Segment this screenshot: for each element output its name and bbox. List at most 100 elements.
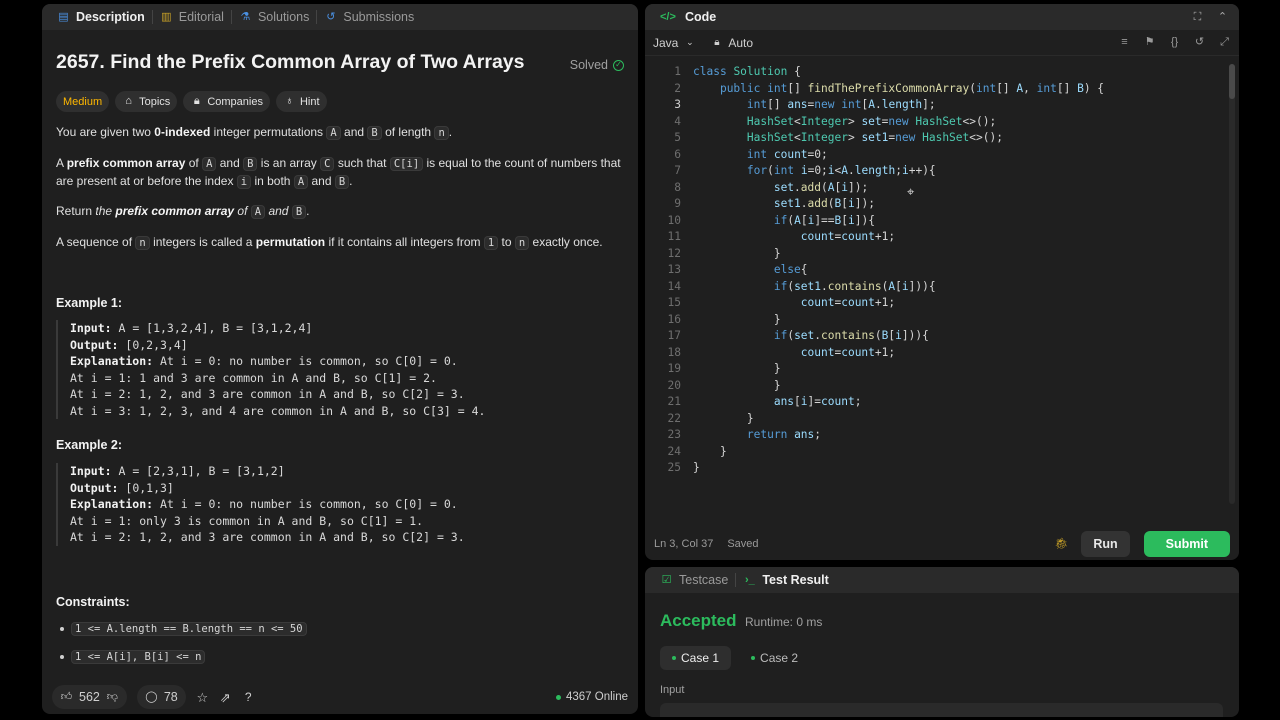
- code-text[interactable]: }: [693, 444, 727, 461]
- code-text[interactable]: }: [693, 246, 781, 263]
- code-line[interactable]: 17 if(set.contains(B[i])){: [645, 328, 929, 345]
- code-text[interactable]: if(set1.contains(A[i])){: [693, 279, 936, 296]
- line-number: 1: [674, 65, 681, 78]
- code-line[interactable]: 16 }: [645, 312, 781, 329]
- code-line[interactable]: 3 int[] ans=new int[A.length];: [645, 97, 935, 114]
- code-line[interactable]: 7 for(int i=0;i<A.length;i++){: [645, 163, 935, 180]
- description-paragraph: A prefix common array of A and B is an a…: [56, 156, 621, 189]
- code-line[interactable]: 20 }: [645, 378, 781, 395]
- debug-icon[interactable]: 🐞︎: [1054, 538, 1068, 551]
- code-text[interactable]: int count=0;: [693, 147, 828, 164]
- line-number: 9: [674, 197, 681, 210]
- code-text[interactable]: HashSet<Integer> set=new HashSet<>();: [693, 114, 996, 131]
- code-text[interactable]: }: [693, 460, 700, 477]
- code-text[interactable]: return ans;: [693, 427, 821, 444]
- code-line[interactable]: 18 count=count+1;: [645, 345, 896, 362]
- companies-button[interactable]: 🔒︎ Companies: [183, 91, 270, 112]
- comment-icon: ◯: [145, 690, 158, 703]
- language-select[interactable]: Java ⌄: [653, 36, 696, 50]
- online-count: 4367 Online: [555, 691, 628, 703]
- description-paragraph: You are given two 0-indexed integer perm…: [56, 125, 453, 140]
- tab-code[interactable]: </> Code: [653, 4, 723, 30]
- tab-testcase[interactable]: ☑ Testcase: [653, 567, 735, 593]
- tab-submissions[interactable]: ↺ Submissions: [317, 4, 421, 30]
- code-editor[interactable]: 1 class Solution {2 public int[] findTheP…: [645, 64, 1227, 504]
- code-text[interactable]: set1.add(B[i]);: [693, 196, 875, 213]
- maximize-icon[interactable]: ⛶: [1191, 11, 1204, 24]
- code-line[interactable]: 11 count=count+1;: [645, 229, 896, 246]
- code-text[interactable]: }: [693, 411, 754, 428]
- description-paragraph: A sequence of n integers is called a per…: [56, 235, 603, 250]
- expand-icon[interactable]: ⤢: [1218, 36, 1231, 49]
- comments-button[interactable]: ◯ 78: [136, 685, 186, 709]
- bookmark-icon[interactable]: ⚑: [1143, 36, 1156, 49]
- code-line[interactable]: 2 public int[] findThePrefixCommonArray(…: [645, 81, 1104, 98]
- code-line[interactable]: 21 ans[i]=count;: [645, 394, 862, 411]
- code-text[interactable]: public int[] findThePrefixCommonArray(in…: [693, 81, 1104, 98]
- tab-solutions[interactable]: ⚗ Solutions: [232, 4, 316, 30]
- editor-scrollbar[interactable]: [1229, 64, 1235, 504]
- code-text[interactable]: count=count+1;: [693, 229, 895, 246]
- code-line[interactable]: 22 }: [645, 411, 754, 428]
- code-text[interactable]: }: [693, 312, 781, 329]
- line-number: 14: [667, 279, 681, 293]
- code-line[interactable]: 15 count=count+1;: [645, 295, 896, 312]
- submit-button[interactable]: Submit: [1143, 531, 1230, 557]
- code-text[interactable]: count=count+1;: [693, 295, 895, 312]
- code-line[interactable]: 1 class Solution {: [645, 64, 801, 81]
- code-line[interactable]: 13 else{: [645, 262, 808, 279]
- thumbs-up-icon[interactable]: 👍︎: [60, 691, 73, 704]
- collapse-icon[interactable]: ⌃: [1216, 11, 1229, 24]
- share-icon[interactable]: ⇗: [219, 691, 232, 704]
- constraint-item: 1 <= A.length == B.length == n <= 50: [60, 622, 307, 636]
- code-text[interactable]: class Solution {: [693, 64, 801, 81]
- code-line[interactable]: 19 }: [645, 361, 781, 378]
- format-icon[interactable]: ≡: [1118, 36, 1131, 49]
- line-number: 21: [667, 395, 681, 408]
- code-text[interactable]: if(A[i]==B[i]){: [693, 213, 875, 230]
- code-line[interactable]: 10 if(A[i]==B[i]){: [645, 213, 875, 230]
- input-label: Input: [660, 684, 685, 696]
- case-tab-2[interactable]: Case 2: [739, 646, 810, 670]
- description-panel: ▤ Description ▥ Editorial ⚗ Solutions ↺ …: [42, 4, 638, 714]
- code-line[interactable]: 8 set.add(A[i]);: [645, 180, 868, 197]
- code-line[interactable]: 9 set1.add(B[i]);: [645, 196, 875, 213]
- case-tab-1[interactable]: Case 1: [660, 646, 732, 670]
- code-line[interactable]: 23 return ans;: [645, 427, 822, 444]
- lock-icon: 🔒︎: [193, 95, 200, 107]
- tab-description[interactable]: ▤ Description: [50, 4, 152, 30]
- code-line[interactable]: 24 }: [645, 444, 727, 461]
- code-text[interactable]: }: [693, 378, 781, 395]
- code-text[interactable]: if(set.contains(B[i])){: [693, 328, 929, 345]
- line-number: 19: [667, 362, 681, 375]
- code-line[interactable]: 14 if(set1.contains(A[i])){: [645, 279, 936, 296]
- star-icon[interactable]: ☆: [196, 691, 209, 704]
- tab-test-result[interactable]: ›_ Test Result: [736, 567, 835, 593]
- code-text[interactable]: set.add(A[i]);: [693, 180, 868, 197]
- code-text[interactable]: count=count+1;: [693, 345, 895, 362]
- thumbs-down-icon[interactable]: 👎︎: [106, 691, 119, 704]
- tab-editorial[interactable]: ▥ Editorial: [153, 4, 231, 30]
- result-verdict: Accepted: [660, 611, 737, 630]
- code-text[interactable]: int[] ans=new int[A.length];: [693, 97, 936, 114]
- reset-icon[interactable]: ↺: [1193, 36, 1206, 49]
- code-text[interactable]: }: [693, 361, 781, 378]
- code-line[interactable]: 4 HashSet<Integer> set=new HashSet<>();: [645, 114, 996, 131]
- auto-mode-toggle[interactable]: 🔒︎ Auto: [710, 36, 753, 50]
- braces-icon[interactable]: {}: [1168, 36, 1181, 49]
- help-icon[interactable]: ?: [242, 690, 255, 704]
- hint-button[interactable]: ♁ Hint: [275, 91, 327, 112]
- code-line[interactable]: 5 HashSet<Integer> set1=new HashSet<>();: [645, 130, 1003, 147]
- code-text[interactable]: else{: [693, 262, 808, 279]
- test-tabbar: ☑ Testcase ›_ Test Result: [645, 567, 1239, 593]
- code-text[interactable]: ans[i]=count;: [693, 394, 862, 411]
- lightbulb-icon: ♁: [285, 95, 294, 107]
- code-text[interactable]: for(int i=0;i<A.length;i++){: [693, 163, 936, 180]
- code-line[interactable]: 6 int count=0;: [645, 147, 828, 164]
- run-button[interactable]: Run: [1081, 531, 1130, 557]
- problem-title: 2657. Find the Prefix Common Array of Tw…: [56, 51, 525, 73]
- code-line[interactable]: 25}: [645, 460, 700, 477]
- code-text[interactable]: HashSet<Integer> set1=new HashSet<>();: [693, 130, 1003, 147]
- code-line[interactable]: 12 }: [645, 246, 781, 263]
- topics-button[interactable]: ⌂ Topics: [115, 91, 178, 112]
